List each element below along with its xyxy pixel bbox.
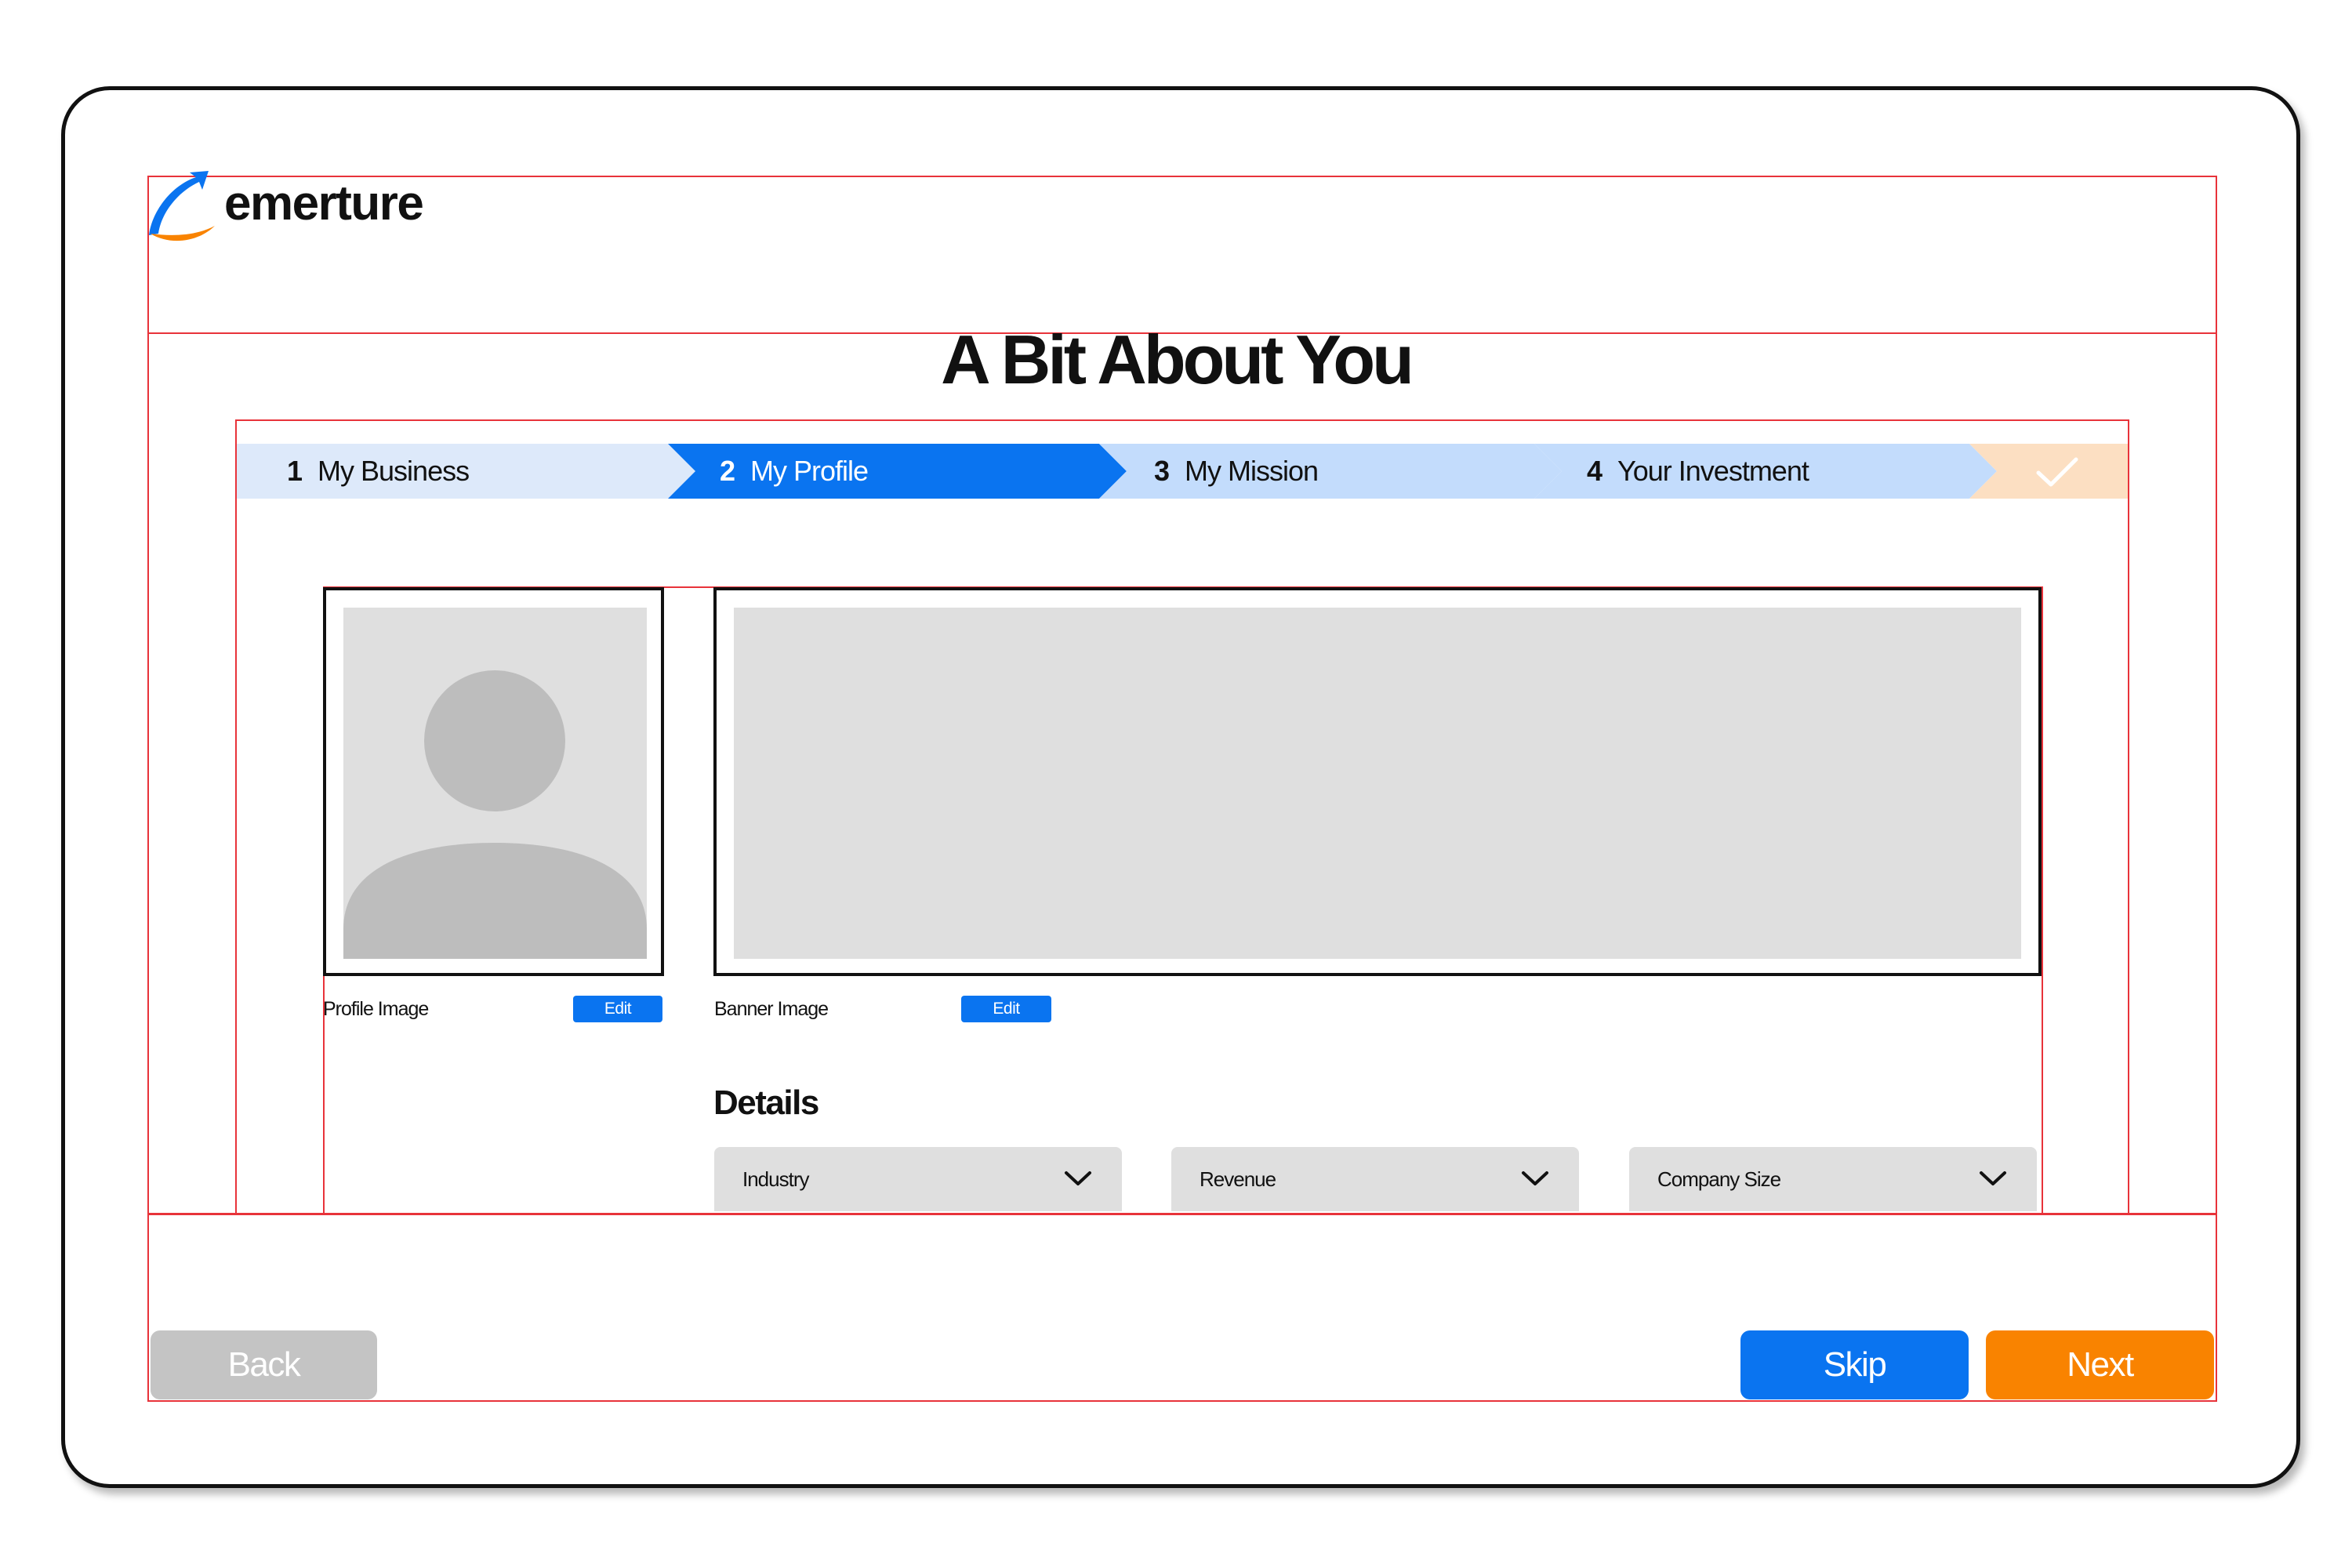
industry-dropdown[interactable]: Industry [714, 1147, 1122, 1211]
step-your-investment[interactable]: 4 Your Investment [1587, 444, 1809, 499]
step-my-business[interactable]: 1 My Business [287, 444, 470, 499]
step-label: My Profile [750, 455, 869, 487]
profile-image-label: Profile Image [323, 998, 429, 1020]
banner-image-placeholder [734, 608, 2021, 959]
step-label: My Business [318, 455, 470, 487]
step-number: 2 [720, 455, 735, 487]
swoosh-arrow-logo-icon [149, 171, 215, 241]
banner-image-label: Banner Image [714, 998, 829, 1020]
progress-stepper: 1 My Business 2 My Profile 3 My Mission … [237, 444, 2128, 499]
company-size-dropdown[interactable]: Company Size [1629, 1147, 2037, 1211]
profile-image-frame[interactable] [323, 587, 664, 976]
dropdown-placeholder: Revenue [1200, 1167, 1276, 1191]
brand-logo[interactable]: emerture [147, 171, 445, 241]
step-number: 1 [287, 455, 303, 487]
chevron-down-icon [1065, 1171, 1091, 1185]
back-button[interactable]: Back [151, 1330, 377, 1399]
step-label: My Mission [1185, 455, 1319, 487]
avatar-placeholder-icon [343, 670, 647, 959]
chevron-down-icon [1980, 1171, 2006, 1185]
step-my-profile[interactable]: 2 My Profile [720, 444, 869, 499]
skip-button[interactable]: Skip [1740, 1330, 1969, 1399]
dropdown-placeholder: Company Size [1657, 1167, 1781, 1191]
brand-name: emerture [224, 176, 424, 230]
step-label: Your Investment [1617, 455, 1809, 487]
step-number: 3 [1154, 455, 1170, 487]
dropdown-placeholder: Industry [742, 1167, 809, 1191]
chevron-down-icon [1522, 1171, 1548, 1185]
profile-image-placeholder [343, 608, 647, 959]
step-my-mission[interactable]: 3 My Mission [1154, 444, 1319, 499]
banner-image-frame[interactable] [713, 587, 2042, 976]
profile-image-edit-button[interactable]: Edit [573, 996, 662, 1022]
banner-image-edit-button[interactable]: Edit [961, 996, 1051, 1022]
page-title: A Bit About You [941, 321, 1414, 398]
step-number: 4 [1587, 455, 1602, 487]
details-heading: Details [713, 1083, 819, 1122]
revenue-dropdown[interactable]: Revenue [1171, 1147, 1579, 1211]
next-button[interactable]: Next [1986, 1330, 2214, 1399]
